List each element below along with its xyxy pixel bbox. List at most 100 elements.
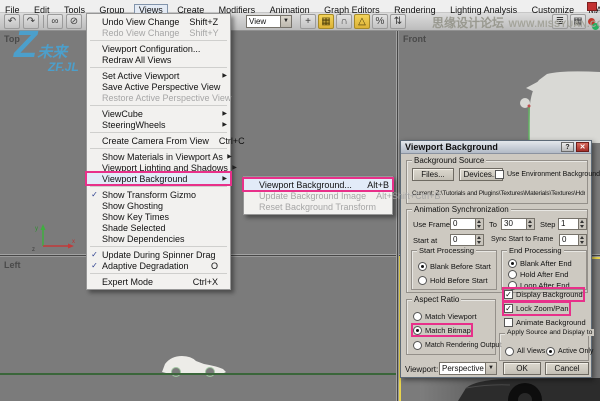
menu-item-set-active-viewport[interactable]: Set Active Viewport▶ <box>87 70 230 81</box>
menu-item-redo-view-change[interactable]: Redo View ChangeShift+Y <box>87 27 230 38</box>
viewport-label-front[interactable]: Front <box>403 34 426 44</box>
menu-animation[interactable]: Animation <box>265 4 315 17</box>
dropdown-arrow-icon[interactable]: ▼ <box>485 363 496 374</box>
menu-separator <box>90 148 227 149</box>
dialog-title: Viewport Background <box>405 142 498 152</box>
apply-source-group: Apply Source and Display to All Views Ac… <box>499 333 589 361</box>
menu-separator <box>90 67 227 68</box>
animate-background-checkbox[interactable]: Animate Background <box>504 317 586 328</box>
menu-edit[interactable]: Edit <box>29 4 55 17</box>
files-button[interactable]: Files... <box>412 168 454 181</box>
lock-zoom-pan-checkbox[interactable]: ✓ Lock Zoom/Pan <box>504 303 569 314</box>
step-spinner[interactable]: 1 <box>558 218 587 230</box>
submenu-item-viewport-background[interactable]: Viewport Background...Alt+B <box>244 179 392 190</box>
menu-item-show-ghosting[interactable]: Show Ghosting <box>87 200 230 211</box>
blank-after-end-radio[interactable]: Blank After End <box>508 258 572 268</box>
menu-item-viewport-background[interactable]: Viewport Background▶ <box>87 173 230 184</box>
close-icon[interactable]: ✕ <box>576 142 589 152</box>
perspective-background-photo <box>420 378 600 401</box>
menu-item-update-during-spinner-drag[interactable]: ✓Update During Spinner Drag <box>87 249 230 260</box>
submenu-arrow-icon: ▶ <box>218 110 227 117</box>
ground-plane-line <box>0 373 396 375</box>
submenu-item-update-background-image[interactable]: Update Background ImageAlt+Shift+Ctrl+B <box>244 190 392 201</box>
watermark-corner-sub: ZF.JL <box>48 60 79 74</box>
checkmark-icon: ✓ <box>87 189 102 200</box>
menu-item-show-dependencies[interactable]: Show Dependencies <box>87 233 230 244</box>
viewport-background-dialog: Viewport Background ? ✕ Background Sourc… <box>400 140 592 378</box>
ok-button[interactable]: OK <box>503 362 541 375</box>
checkmark-icon: ✓ <box>504 290 513 299</box>
submenu-arrow-icon: ▶ <box>228 164 237 171</box>
3dsmax-window: Top Front Left y x z <box>0 0 600 401</box>
menu-graph-editors[interactable]: Graph Editors <box>319 4 385 17</box>
menu-separator <box>90 186 227 187</box>
menu-item-redraw-all-views[interactable]: Redraw All Views <box>87 54 230 65</box>
menu-separator <box>90 40 227 41</box>
menubar-corner-mark <box>587 2 597 11</box>
end-processing-group: End Processing Blank After End Hold Afte… <box>501 250 587 290</box>
submenu-item-reset-background-transform[interactable]: Reset Background Transform <box>244 201 392 212</box>
match-viewport-radio[interactable]: Match Viewport <box>413 311 477 321</box>
menu-item-viewport-lighting-and-shadows[interactable]: Viewport Lighting and Shadows▶ <box>87 162 230 173</box>
use-frame-spinner[interactable]: 0 <box>450 218 484 230</box>
menu-item-viewport-configuration[interactable]: Viewport Configuration... <box>87 43 230 54</box>
dropdown-arrow-icon[interactable]: ▼ <box>280 16 291 27</box>
all-views-radio[interactable]: All Views <box>505 346 545 356</box>
svg-text:y: y <box>35 226 38 232</box>
menu-item-expert-mode[interactable]: Expert ModeCtrl+X <box>87 276 230 287</box>
viewport-dropdown[interactable]: Perspective ▼ <box>439 362 497 375</box>
menu-item-show-transform-gizmo[interactable]: ✓Show Transform Gizmo <box>87 189 230 200</box>
sync-start-to-frame-spinner[interactable]: 0 <box>559 234 587 246</box>
menu-item-adaptive-degradation[interactable]: ✓Adaptive DegradationO <box>87 260 230 271</box>
use-environment-background-checkbox[interactable]: Use Environment Background <box>495 169 600 180</box>
menu-separator <box>90 273 227 274</box>
active-viewport-border-top <box>592 257 600 259</box>
animation-synchronization-group: Animation Synchronization Use Frame 0 To… <box>406 209 588 293</box>
menu-separator <box>90 246 227 247</box>
menu-item-restore-active-perspective-view[interactable]: Restore Active Perspective View <box>87 92 230 103</box>
viewport-label-left[interactable]: Left <box>4 260 21 270</box>
start-at-spinner[interactable]: 0 <box>450 234 484 246</box>
display-background-checkbox[interactable]: ✓ Display Background <box>504 289 583 300</box>
menu-item-viewcube[interactable]: ViewCube▶ <box>87 108 230 119</box>
checkmark-icon: ✓ <box>504 304 513 313</box>
help-icon[interactable]: ? <box>561 142 574 152</box>
menu-item-create-camera-from-view[interactable]: Create Camera From ViewCtrl+C <box>87 135 230 146</box>
menu-file[interactable]: File <box>0 4 25 17</box>
menu-item-shade-selected[interactable]: Shade Selected <box>87 222 230 233</box>
submenu-arrow-icon: ▶ <box>218 72 227 79</box>
menu-bar: File Edit Tools Group Views Create Modif… <box>0 0 600 13</box>
front-view-model-fragment <box>495 60 600 143</box>
viewport-background-submenu: Viewport Background...Alt+B Update Backg… <box>243 176 393 215</box>
menu-item-show-key-times[interactable]: Show Key Times <box>87 211 230 222</box>
match-bitmap-radio[interactable]: Match Bitmap <box>413 325 471 335</box>
to-spinner[interactable]: 30 <box>501 218 535 230</box>
start-processing-group: Start Processing Blank Before Start Hold… <box>411 250 497 290</box>
submenu-arrow-icon: ▶ <box>223 153 232 160</box>
hold-before-start-radio[interactable]: Hold Before Start <box>418 275 488 285</box>
blank-before-start-radio[interactable]: Blank Before Start <box>418 261 491 271</box>
cancel-button[interactable]: Cancel <box>545 362 589 375</box>
spinner-arrows-icon[interactable] <box>578 219 586 229</box>
menu-rendering[interactable]: Rendering <box>389 4 441 17</box>
aspect-ratio-group: Aspect Ratio Match Viewport Match Bitmap… <box>406 299 496 355</box>
spinner-arrows-icon[interactable] <box>526 219 534 229</box>
spinner-arrows-icon[interactable] <box>578 235 586 245</box>
active-only-radio[interactable]: Active Only <box>546 346 593 356</box>
hold-after-end-radio[interactable]: Hold After End <box>508 269 568 279</box>
match-rendering-output-radio[interactable]: Match Rendering Output <box>413 340 501 350</box>
menu-item-save-active-perspective-view[interactable]: Save Active Perspective View <box>87 81 230 92</box>
checkmark-icon: ✓ <box>87 249 102 260</box>
world-axis-tripod: y x z <box>22 220 82 254</box>
dialog-title-bar[interactable]: Viewport Background ? ✕ <box>401 141 591 154</box>
menu-item-show-materials-in-viewport-as[interactable]: Show Materials in Viewport As▶ <box>87 151 230 162</box>
submenu-arrow-icon: ▶ <box>218 175 227 182</box>
spinner-arrows-icon[interactable] <box>475 219 483 229</box>
menu-lighting-analysis[interactable]: Lighting Analysis <box>445 4 522 17</box>
menu-item-undo-view-change[interactable]: Undo View ChangeShift+Z <box>87 16 230 27</box>
svg-text:x: x <box>72 239 75 245</box>
spinner-arrows-icon[interactable] <box>475 235 483 245</box>
views-menu: Undo View ChangeShift+Z Redo View Change… <box>86 13 231 290</box>
menu-item-steeringwheels[interactable]: SteeringWheels▶ <box>87 119 230 130</box>
menu-customize[interactable]: Customize <box>527 4 580 17</box>
